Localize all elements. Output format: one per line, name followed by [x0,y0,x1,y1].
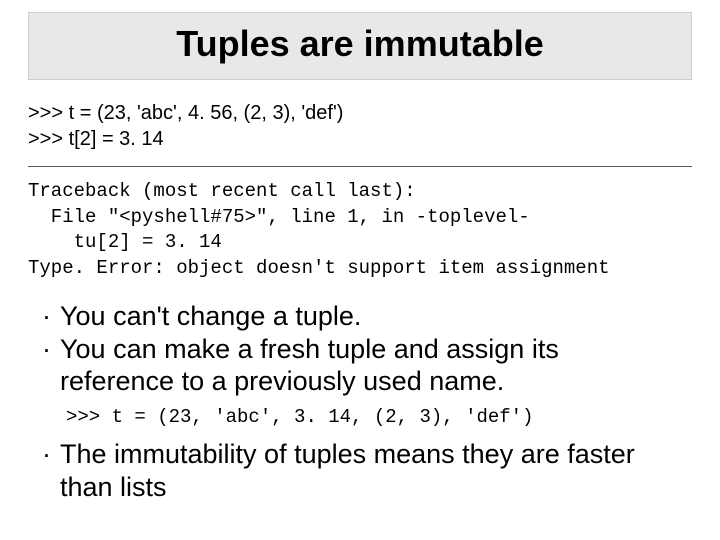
bullet-text-3: The immutability of tuples means they ar… [60,438,680,504]
example-code-line: >>> t = (23, 'abc', 3. 14, (2, 3), 'def'… [66,406,692,428]
title-banner: Tuples are immutable [28,12,692,80]
bullet-item-1: ·You can't change a tuple. [42,300,692,333]
bullet-text-1: You can't change a tuple. [60,300,680,333]
bullet-list: ·You can't change a tuple. ·You can make… [42,300,692,399]
slide-title: Tuples are immutable [37,23,683,65]
repl-line-1: >>> t = (23, 'abc', 4. 56, (2, 3), 'def'… [28,100,692,126]
bullet-dot-icon: · [42,438,60,471]
bullet-text-2: You can make a fresh tuple and assign it… [60,333,680,399]
bullet-item-3: ·The immutability of tuples means they a… [42,438,692,504]
bullet-dot-icon: · [42,333,60,366]
bullet-item-2: ·You can make a fresh tuple and assign i… [42,333,692,399]
repl-line-2: >>> t[2] = 3. 14 [28,126,692,152]
bullet-list-2: ·The immutability of tuples means they a… [42,438,692,504]
repl-input-block: >>> t = (23, 'abc', 4. 56, (2, 3), 'def'… [28,100,692,152]
traceback-output: Traceback (most recent call last): File … [28,179,692,282]
bullet-dot-icon: · [42,300,60,333]
divider-line [28,166,692,167]
